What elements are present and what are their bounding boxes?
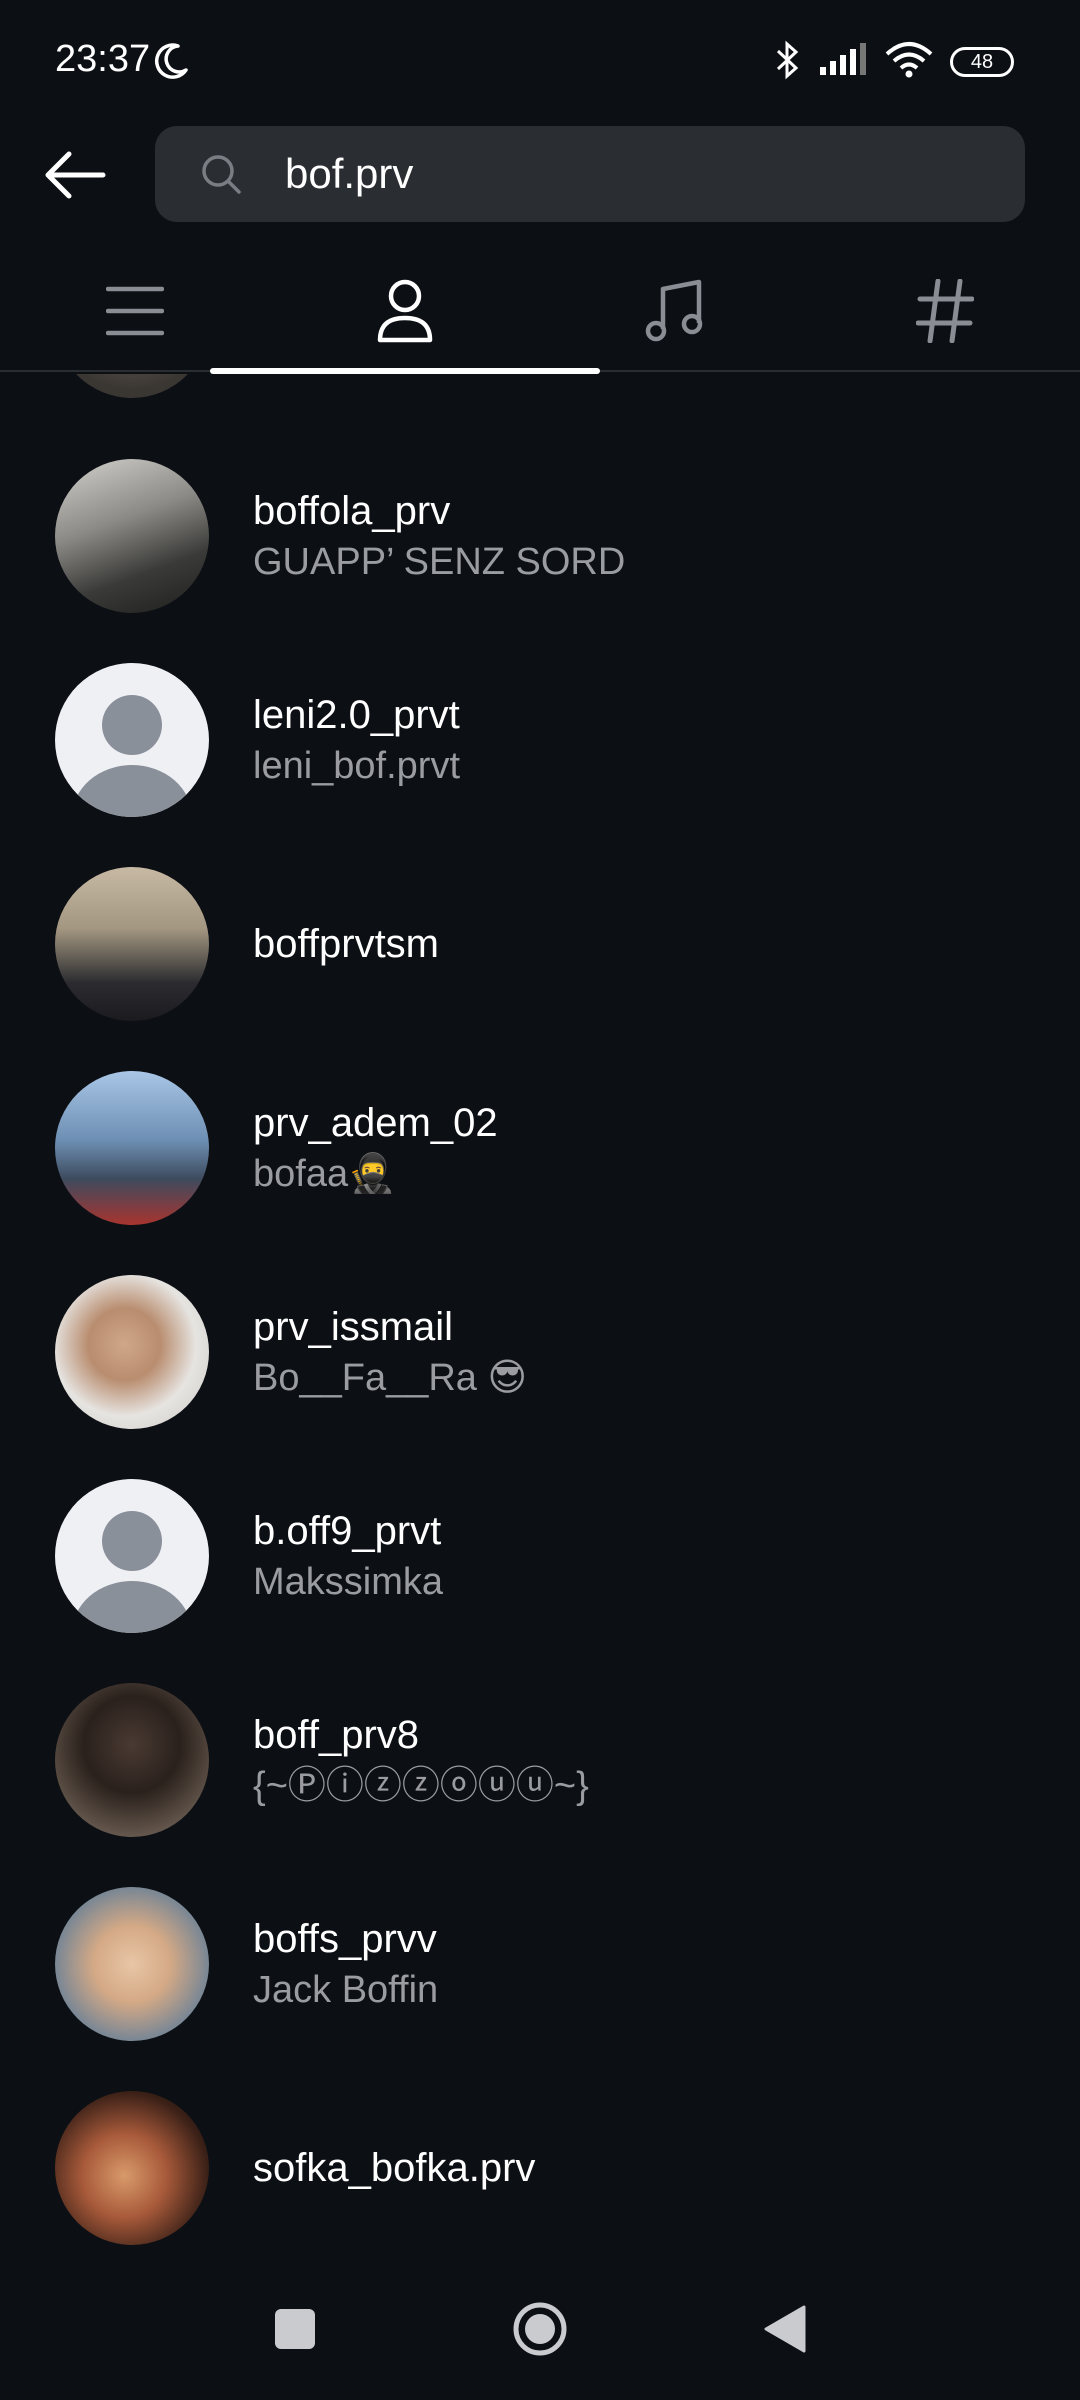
battery-level: 48 (970, 50, 994, 73)
avatar (55, 459, 209, 613)
search-input[interactable] (285, 126, 985, 222)
username: boffprvtsm (253, 922, 439, 966)
list-item[interactable]: b.off9_prvt Makssimka (0, 1454, 1080, 1658)
default-avatar-icon (55, 663, 209, 817)
username: boffola_prv (253, 489, 451, 533)
avatar (55, 1683, 209, 1837)
tab-audio[interactable] (600, 250, 750, 372)
list-item[interactable]: boff_prv8 {~Ⓟⓘⓩⓩⓞⓤⓤ~} (0, 1658, 1080, 1862)
list-item[interactable]: prv_issmail Bo__Fa__Ra 😎 (0, 1250, 1080, 1454)
recents-square-icon (275, 2309, 315, 2349)
avatar (55, 374, 209, 398)
hashtag-icon (916, 279, 974, 343)
avatar (55, 1071, 209, 1225)
person-icon (377, 279, 433, 343)
recents-button[interactable] (260, 2294, 330, 2364)
tab-accounts[interactable] (210, 250, 600, 374)
moon-icon (152, 40, 192, 80)
wifi-icon (884, 40, 934, 85)
arrow-left-icon (45, 151, 106, 199)
username: boff_prv8 (253, 1713, 420, 1757)
avatar (55, 2091, 209, 2245)
full-name: GUAPP’ SENZ SORD (253, 541, 626, 583)
list-item[interactable]: sofka_bofka.prv (0, 2066, 1080, 2254)
list-item[interactable]: leni2.0_prvt leni_bof.prvt (0, 638, 1080, 842)
music-note-icon (645, 279, 703, 342)
avatar (55, 1275, 209, 1429)
search-screen: 23:37 48 bof.prv boffola_prv GUAPP’ SENZ… (0, 0, 1080, 2400)
status-time: 23:37 (55, 38, 151, 80)
result-tabs (0, 250, 1080, 374)
back-triangle-icon (764, 2305, 806, 2353)
status-bar: 23:37 48 (0, 0, 1080, 120)
tab-tags[interactable] (870, 250, 1020, 372)
full-name: Jack Boffin (253, 1969, 439, 2011)
system-nav-bar (0, 2254, 1080, 2400)
username: prv_issmail (253, 1305, 454, 1349)
username: b.off9_prvt (253, 1509, 442, 1553)
default-avatar-icon (55, 1479, 209, 1633)
back-nav-button[interactable] (750, 2294, 820, 2364)
home-circle-icon (513, 2302, 567, 2356)
signal-icon (818, 42, 868, 82)
list-icon (106, 286, 164, 336)
avatar (55, 867, 209, 1021)
search-icon (199, 152, 243, 196)
battery-icon: 48 (950, 47, 1014, 77)
list-item[interactable]: boffprvtsm (0, 842, 1080, 1046)
search-box[interactable] (155, 126, 1025, 222)
list-item[interactable]: prv_adem_02 bofaa🥷 (0, 1046, 1080, 1250)
username: prv_adem_02 (253, 1101, 498, 1145)
back-button[interactable] (40, 140, 110, 210)
full-name: bofaa🥷 (253, 1153, 396, 1195)
results-list[interactable]: boffola_prv GUAPP’ SENZ SORD leni2.0_prv… (0, 374, 1080, 2254)
bluetooth-icon (772, 40, 802, 85)
list-item[interactable]: boffola_prv GUAPP’ SENZ SORD (0, 434, 1080, 638)
full-name: {~Ⓟⓘⓩⓩⓞⓤⓤ~} (253, 1765, 589, 1807)
username: sofka_bofka.prv (253, 2146, 536, 2190)
avatar (55, 1887, 209, 2041)
username: leni2.0_prvt (253, 693, 460, 737)
username: boffs_prvv (253, 1917, 437, 1961)
list-item[interactable]: boffs_prvv Jack Boffin (0, 1862, 1080, 2066)
status-icons: 48 (772, 40, 1014, 84)
full-name: Makssimka (253, 1561, 444, 1603)
full-name: leni_bof.prvt (253, 745, 461, 787)
home-button[interactable] (505, 2294, 575, 2364)
full-name: Bo__Fa__Ra 😎 (253, 1357, 528, 1399)
